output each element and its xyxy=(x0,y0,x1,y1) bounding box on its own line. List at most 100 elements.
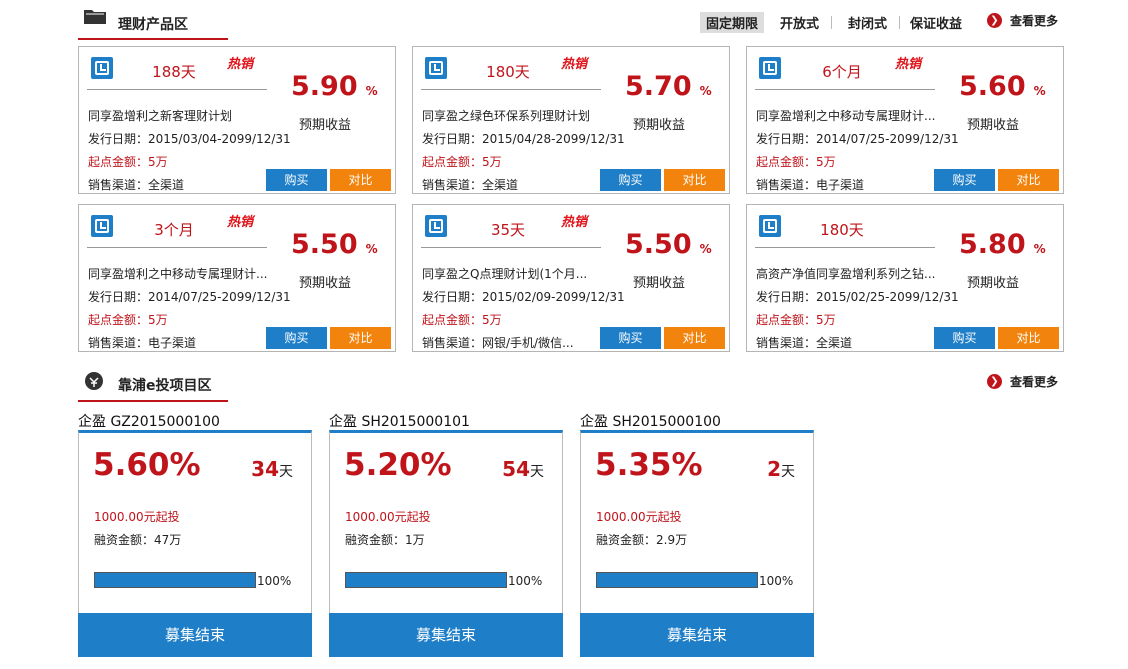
product-name[interactable]: 同享盈之绿色环保系列理财计划 xyxy=(422,107,622,124)
einvest-section-title: 靠浦e投项目区 xyxy=(118,378,212,394)
compare-button[interactable]: 对比 xyxy=(664,327,725,349)
term-divider xyxy=(87,247,267,248)
section-underline xyxy=(78,38,228,40)
project-label[interactable]: 企盈 SH2015000101 xyxy=(329,411,470,431)
rate-percent: % xyxy=(699,242,712,256)
progress-fill xyxy=(95,573,255,587)
project-rate: 5.35% xyxy=(595,447,703,483)
financing-amount: 融资金额：47万 xyxy=(94,533,182,547)
chevron-right-circle-icon: ❯ xyxy=(986,374,1002,389)
product-name[interactable]: 同享盈增利之中移动专属理财计... xyxy=(756,107,956,124)
project-card: 5.35% 2天 1000.00元起投 融资金额：2.9万 100% 募集结束 xyxy=(580,430,814,657)
buy-button[interactable]: 购买 xyxy=(266,327,327,349)
clock-icon xyxy=(91,57,113,79)
fundraising-ended-button[interactable]: 募集结束 xyxy=(329,613,563,657)
buy-button[interactable]: 购买 xyxy=(266,169,327,191)
expected-return-label: 预期收益 xyxy=(967,276,1020,291)
tab-closed-ended[interactable]: 封闭式 xyxy=(842,12,893,33)
product-name[interactable]: 同享盈增利之中移动专属理财计... xyxy=(88,265,288,282)
buy-button[interactable]: 购买 xyxy=(934,169,995,191)
progress-percent: 100% xyxy=(759,574,794,588)
product-name[interactable]: 同享盈之Q点理财计划(1个月... xyxy=(422,265,622,282)
tab-guaranteed[interactable]: 保证收益 xyxy=(904,12,968,33)
compare-button[interactable]: 对比 xyxy=(330,327,391,349)
sales-channel: 销售渠道：全渠道 xyxy=(422,178,519,192)
progress-bar xyxy=(94,572,256,588)
rate-value: 5.70 xyxy=(625,71,692,102)
product-card: 6个月 热销 5.60% 预期收益 同享盈增利之中移动专属理财计... 发行日期：2014… xyxy=(746,46,1064,194)
expected-rate: 5.50% xyxy=(625,229,712,260)
einvest-section-header: 靠浦e投项目区 ❯ 查看更多 xyxy=(78,371,1066,402)
project-duration: 54天 xyxy=(502,457,544,481)
view-more-link[interactable]: ❯ 查看更多 xyxy=(986,373,1058,390)
product-term: 35天 xyxy=(490,221,526,239)
progress-fill xyxy=(346,573,506,587)
rate-value: 5.80 xyxy=(959,229,1026,260)
term-divider xyxy=(87,89,267,90)
hot-badge: 热销 xyxy=(561,57,588,72)
minimum-investment: 1000.00元起投 xyxy=(94,510,180,524)
product-card: 180天 热销 5.70% 预期收益 同享盈之绿色环保系列理财计划 发行日期：2015/0… xyxy=(412,46,730,194)
product-name[interactable]: 高资产净值同享盈增利系列之钻... xyxy=(756,265,956,282)
buy-button[interactable]: 购买 xyxy=(934,327,995,349)
expected-return-label: 预期收益 xyxy=(299,118,352,133)
view-more-label: 查看更多 xyxy=(1009,14,1058,28)
financing-amount: 融资金额：2.9万 xyxy=(596,533,688,547)
duration-unit: 天 xyxy=(781,464,795,480)
tab-open-ended[interactable]: 开放式 xyxy=(774,12,825,33)
product-term: 188天 xyxy=(152,63,196,81)
coin-icon xyxy=(85,372,103,390)
product-name[interactable]: 同享盈增利之新客理财计划 xyxy=(88,107,288,124)
clock-icon xyxy=(425,57,447,79)
progress-bar xyxy=(596,572,758,588)
expected-return-label: 预期收益 xyxy=(633,276,686,291)
rate-value: 5.50 xyxy=(625,229,692,260)
buy-button[interactable]: 购买 xyxy=(600,169,661,191)
duration-unit: 天 xyxy=(530,464,544,480)
tab-fixed-term[interactable]: 固定期限 xyxy=(699,12,764,33)
product-card: 180天 5.80% 预期收益 高资产净值同享盈增利系列之钻... 发行日期：2015/… xyxy=(746,204,1064,352)
tab-divider xyxy=(830,16,832,29)
term-divider xyxy=(421,89,601,90)
rate-percent: % xyxy=(1033,242,1046,256)
folder-icon xyxy=(84,10,106,24)
minimum-amount: 起点金额：5万 xyxy=(88,313,168,327)
rate-percent: % xyxy=(699,84,712,98)
issue-date: 发行日期：2015/03/04-2099/12/31 xyxy=(88,132,291,146)
expected-rate: 5.90% xyxy=(291,71,378,102)
sales-channel: 销售渠道：电子渠道 xyxy=(88,336,197,350)
compare-button[interactable]: 对比 xyxy=(330,169,391,191)
term-divider xyxy=(755,89,935,90)
compare-button[interactable]: 对比 xyxy=(998,169,1059,191)
project-label[interactable]: 企盈 GZ2015000100 xyxy=(78,411,220,431)
issue-date: 发行日期：2014/07/25-2099/12/31 xyxy=(88,290,291,304)
compare-button[interactable]: 对比 xyxy=(998,327,1059,349)
clock-icon xyxy=(91,215,113,237)
section-underline xyxy=(78,400,228,402)
fundraising-ended-button[interactable]: 募集结束 xyxy=(580,613,814,657)
project-label[interactable]: 企盈 SH2015000100 xyxy=(580,411,721,431)
issue-date: 发行日期：2015/02/09-2099/12/31 xyxy=(422,290,625,304)
progress-bar xyxy=(345,572,507,588)
expected-rate: 5.70% xyxy=(625,71,712,102)
rate-value: 5.50 xyxy=(291,229,358,260)
rate-percent: % xyxy=(365,84,378,98)
product-term: 180天 xyxy=(820,221,864,239)
clock-icon xyxy=(425,215,447,237)
sales-channel: 销售渠道：全渠道 xyxy=(756,336,853,350)
clock-icon xyxy=(759,57,781,79)
expected-return-label: 预期收益 xyxy=(633,118,686,133)
minimum-amount: 起点金额：5万 xyxy=(422,155,502,169)
expected-rate: 5.80% xyxy=(959,229,1046,260)
fundraising-ended-button[interactable]: 募集结束 xyxy=(78,613,312,657)
expected-return-label: 预期收益 xyxy=(967,118,1020,133)
product-term: 6个月 xyxy=(822,63,862,81)
view-more-link[interactable]: ❯ 查看更多 xyxy=(986,12,1058,29)
buy-button[interactable]: 购买 xyxy=(600,327,661,349)
issue-date: 发行日期：2014/07/25-2099/12/31 xyxy=(756,132,959,146)
sales-channel: 销售渠道：全渠道 xyxy=(88,178,185,192)
duration-value: 34 xyxy=(251,457,279,481)
product-card: 3个月 热销 5.50% 预期收益 同享盈增利之中移动专属理财计... 发行日期：2014… xyxy=(78,204,396,352)
compare-button[interactable]: 对比 xyxy=(664,169,725,191)
expected-return-label: 预期收益 xyxy=(299,276,352,291)
